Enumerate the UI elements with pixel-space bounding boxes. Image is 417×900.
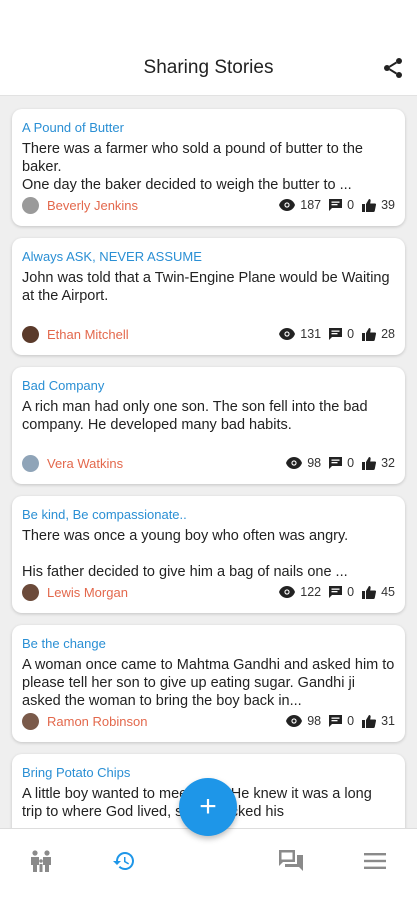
avatar (22, 196, 39, 214)
likes-count: 32 (381, 456, 395, 470)
forum-icon[interactable] (271, 841, 311, 881)
likes-stat[interactable]: 28 (362, 327, 395, 341)
comment-icon (329, 715, 343, 727)
eye-icon (286, 715, 303, 727)
comment-icon (329, 328, 343, 340)
history-icon[interactable] (104, 841, 144, 881)
views-count: 98 (307, 714, 322, 728)
thumbs-up-icon (362, 327, 377, 341)
community-icon[interactable] (21, 841, 61, 881)
author-name[interactable]: Beverly Jenkins (47, 198, 271, 213)
page-title: Sharing Stories (143, 56, 274, 78)
story-excerpt: There was a farmer who sold a pound of b… (22, 141, 363, 193)
comments-count: 0 (347, 456, 355, 470)
views-count: 131 (300, 327, 322, 341)
views-stat: 187 (279, 198, 321, 212)
menu-icon[interactable] (355, 841, 395, 881)
story-meta: Beverly Jenkins 187 0 39 (22, 196, 395, 214)
story-card[interactable]: Be kind, Be compassionate.. There was on… (12, 496, 405, 613)
comments-count: 0 (347, 198, 355, 212)
comments-stat: 0 (329, 198, 354, 212)
add-story-button[interactable]: + (179, 778, 237, 836)
story-title[interactable]: Be the change (22, 635, 395, 653)
avatar (22, 712, 39, 730)
status-bar (0, 0, 417, 40)
story-meta: Vera Watkins 98 0 32 (22, 454, 395, 472)
story-title[interactable]: Be kind, Be compassionate.. (22, 506, 395, 524)
eye-icon (286, 457, 303, 469)
bottom-navigation (0, 828, 417, 900)
author-name[interactable]: Ramon Robinson (47, 714, 278, 729)
avatar (22, 325, 39, 343)
add-icon: + (199, 790, 217, 823)
views-count: 187 (300, 198, 322, 212)
views-count: 98 (307, 456, 322, 470)
story-feed[interactable]: A Pound of Butter There was a farmer who… (0, 97, 417, 828)
story-excerpt: A rich man had only one son. The son fel… (22, 399, 368, 433)
comments-stat: 0 (329, 714, 354, 728)
comment-icon (329, 586, 343, 598)
comments-stat: 0 (329, 585, 354, 599)
share-icon[interactable] (381, 56, 405, 80)
story-card[interactable]: A Pound of Butter There was a farmer who… (12, 109, 405, 226)
eye-icon (279, 586, 296, 598)
story-excerpt: There was once a young boy who often was… (22, 528, 349, 580)
author-name[interactable]: Ethan Mitchell (47, 327, 271, 342)
avatar (22, 583, 39, 601)
story-excerpt: A woman once came to Mahtma Gandhi and a… (22, 657, 395, 709)
eye-icon (279, 199, 296, 211)
author-name[interactable]: Vera Watkins (47, 456, 278, 471)
likes-stat[interactable]: 32 (362, 456, 395, 470)
comments-count: 0 (347, 585, 355, 599)
story-title[interactable]: A Pound of Butter (22, 119, 395, 137)
story-card[interactable]: Be the change A woman once came to Mahtm… (12, 625, 405, 742)
story-card[interactable]: Bad Company A rich man had only one son.… (12, 367, 405, 484)
comments-count: 0 (347, 327, 355, 341)
views-stat: 122 (279, 585, 321, 599)
likes-count: 45 (381, 585, 395, 599)
story-excerpt: John was told that a Twin-Engine Plane w… (22, 270, 390, 304)
views-count: 122 (300, 585, 322, 599)
likes-count: 31 (381, 714, 395, 728)
comment-icon (329, 457, 343, 469)
likes-stat[interactable]: 45 (362, 585, 395, 599)
likes-stat[interactable]: 39 (362, 198, 395, 212)
thumbs-up-icon (362, 198, 377, 212)
comments-stat: 0 (329, 327, 354, 341)
thumbs-up-icon (362, 714, 377, 728)
eye-icon (279, 328, 296, 340)
story-meta: Ramon Robinson 98 0 31 (22, 712, 395, 730)
story-meta: Ethan Mitchell 131 0 28 (22, 325, 395, 343)
avatar (22, 454, 39, 472)
story-card[interactable]: Always ASK, NEVER ASSUME John was told t… (12, 238, 405, 355)
app-header: Sharing Stories (0, 40, 417, 96)
thumbs-up-icon (362, 585, 377, 599)
author-name[interactable]: Lewis Morgan (47, 585, 271, 600)
story-meta: Lewis Morgan 122 0 45 (22, 583, 395, 601)
likes-count: 28 (381, 327, 395, 341)
comments-count: 0 (347, 714, 355, 728)
views-stat: 98 (286, 714, 321, 728)
likes-count: 39 (381, 198, 395, 212)
story-title[interactable]: Bad Company (22, 377, 395, 395)
likes-stat[interactable]: 31 (362, 714, 395, 728)
views-stat: 98 (286, 456, 321, 470)
comment-icon (329, 199, 343, 211)
views-stat: 131 (279, 327, 321, 341)
thumbs-up-icon (362, 456, 377, 470)
story-title[interactable]: Always ASK, NEVER ASSUME (22, 248, 395, 266)
comments-stat: 0 (329, 456, 354, 470)
